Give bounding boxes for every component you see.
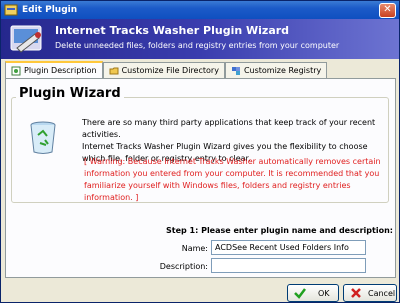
plugin-icon (4, 4, 18, 16)
cancel-label: Cancel (368, 288, 396, 298)
warning-line: information you entered from your comput… (84, 169, 380, 178)
tab-panel-plugin-description: Plugin Wizard There are so many third pa… (5, 78, 396, 278)
tab-customize-registry[interactable]: Customize Registry (224, 62, 328, 78)
description-line: Internet Tracks Washer Plugin Wizard giv… (82, 142, 368, 151)
window-title: Edit Plugin (22, 5, 78, 15)
tab-plugin-description[interactable]: Plugin Description (5, 61, 103, 78)
close-button[interactable]: ✕ (379, 2, 396, 18)
cancel-x-icon (351, 288, 361, 298)
tab-label: Customize Registry (243, 66, 322, 75)
tab-strip: Plugin Description Customize File Direct… (5, 61, 328, 78)
group-title: Plugin Wizard (16, 86, 124, 101)
cancel-button[interactable]: Cancel (343, 284, 397, 302)
banner-subtitle: Delete unneeded files, folders and regis… (55, 41, 340, 50)
tab-label: Plugin Description (24, 66, 97, 75)
title-bar: Edit Plugin ✕ (1, 1, 399, 19)
registry-icon (231, 66, 240, 75)
description-label: Description: (159, 262, 208, 271)
name-label: Name: (181, 244, 208, 253)
ok-label: OK (318, 288, 330, 298)
folder-icon (109, 67, 119, 74)
wizard-banner: Internet Tracks Washer Plugin Wizard Del… (1, 19, 399, 59)
tab-label: Customize File Directory (121, 66, 219, 75)
step-1-heading: Step 1: Please enter plugin name and des… (166, 226, 393, 235)
tab-customize-file-directory[interactable]: Customize File Directory (102, 62, 225, 78)
description-line: There are so many third party applicatio… (82, 118, 376, 139)
edit-plugin-window: Edit Plugin ✕ Internet Tracks Washer Plu… (0, 0, 400, 303)
banner-title: Internet Tracks Washer Plugin Wizard (55, 24, 290, 37)
checkmark-icon (294, 288, 306, 299)
close-icon: ✕ (383, 4, 392, 15)
warning-line: familiarize yourself with Windows files,… (84, 181, 351, 202)
plugin-description-field[interactable] (211, 258, 366, 273)
washer-logo-icon (10, 25, 42, 53)
plugin-name-field[interactable]: ACDSee Recent Used Folders Info (211, 240, 366, 255)
recycle-bin-icon (30, 121, 56, 154)
warning-text: [ Warning: Because Internet Tracks Washe… (84, 156, 384, 204)
ok-button[interactable]: OK (287, 284, 339, 302)
warning-line: [ Warning: Because Internet Tracks Washe… (84, 157, 381, 166)
gear-page-icon (11, 66, 21, 75)
